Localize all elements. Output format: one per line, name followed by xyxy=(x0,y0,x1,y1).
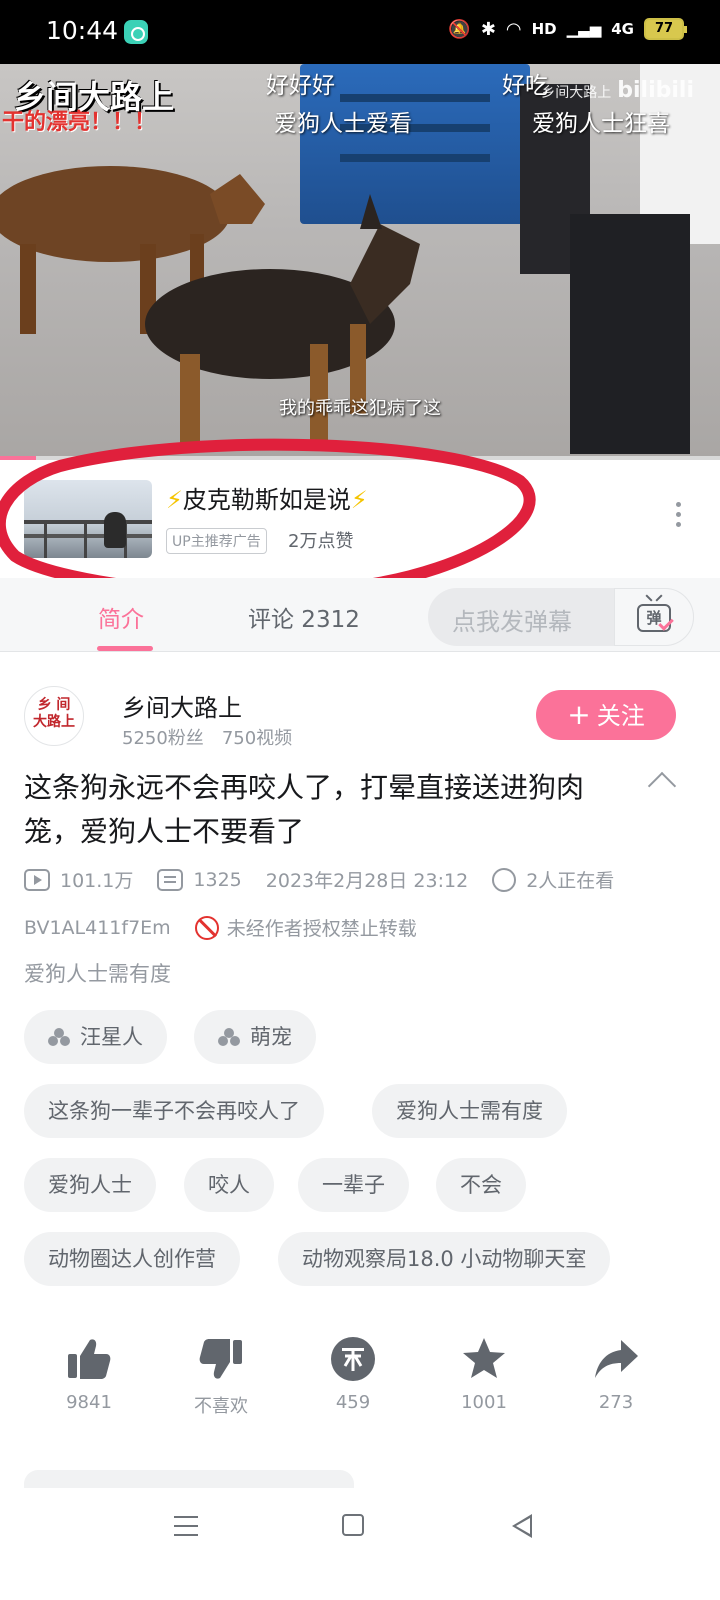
video-subtitle: 我的乖乖这犯病了这 xyxy=(279,398,441,419)
tab-intro[interactable]: 简介 xyxy=(98,600,144,634)
copyright-notice: 未经作者授权禁止转载 xyxy=(226,918,417,940)
share-icon xyxy=(571,1336,661,1382)
danmaku-comment: 好好好 xyxy=(266,73,335,99)
no-repost-icon xyxy=(194,915,219,940)
bilibili-watermark: 乡间大路上 bilibili xyxy=(541,78,694,103)
danmaku-count-icon xyxy=(157,868,184,891)
ad-badge: UP主推荐广告 xyxy=(166,528,267,554)
danmaku-comment: 干的漂亮！！！ xyxy=(2,110,157,135)
danmaku-comment: 爱狗人士狂喜 xyxy=(532,111,670,137)
video-player[interactable]: 乡间大路上 好好好 爱狗人士爱看 好吃 爱狗人士狂喜 干的漂亮！！！ 乡间大路上… xyxy=(0,64,720,460)
tag-chip[interactable]: 萌宠 xyxy=(194,1010,316,1064)
next-section-peek xyxy=(24,1470,354,1490)
bvid[interactable]: BV1AL411f7Em xyxy=(24,917,171,939)
play-count-icon xyxy=(24,868,50,891)
recent-apps-icon[interactable] xyxy=(174,1516,198,1536)
status-bar: 10:44 🔕 ✱ ◠ HD ▁▃▅ 4G 77 xyxy=(0,0,720,64)
plus-icon: + xyxy=(567,698,591,731)
tag-chip[interactable]: 不会 xyxy=(436,1158,526,1212)
uploader-stats: 5250粉丝 750视频 xyxy=(122,728,293,749)
tag-chip[interactable]: 动物观察局18.0 小动物聊天室 xyxy=(278,1232,611,1286)
ad-likes: 2万点赞 xyxy=(288,531,354,552)
mute-icon: 🔕 xyxy=(448,18,471,40)
uploader-name[interactable]: 乡间大路上 xyxy=(122,688,242,723)
favorite-button[interactable]: 1001 xyxy=(439,1336,529,1413)
share-count: 273 xyxy=(598,1392,634,1413)
bluetooth-icon: ✱ xyxy=(480,18,496,40)
channel-icon xyxy=(218,1028,240,1046)
follow-button[interactable]: + 关注 xyxy=(536,690,676,740)
favorite-count: 1001 xyxy=(461,1392,507,1413)
signal-icon: ▁▃▅ xyxy=(566,20,602,38)
danmaku-comment: 爱狗人士爱看 xyxy=(274,111,412,137)
coin-count: 459 xyxy=(335,1392,371,1413)
thumbs-up-icon xyxy=(44,1336,134,1382)
back-icon[interactable] xyxy=(512,1514,532,1538)
tab-comments[interactable]: 评论 2312 xyxy=(248,600,360,634)
app-notification-icon xyxy=(124,20,148,44)
danmaku-input[interactable]: 点我发弹幕 弹 xyxy=(428,588,694,646)
video-meta: 101.1万 1325 2023年2月28日 23:12 2人正在看 xyxy=(24,866,614,893)
ad-card[interactable]: ⚡皮克勒斯如是说⚡ UP主推荐广告 2万点赞 xyxy=(0,460,720,576)
tag-chip[interactable]: 咬人 xyxy=(184,1158,274,1212)
detail-tabs: 简介 评论 2312 点我发弹幕 弹 xyxy=(0,578,720,652)
tag-chip[interactable]: 动物圈达人创作营 xyxy=(24,1232,240,1286)
hd-icon: HD xyxy=(531,20,557,38)
dislike-label: 不喜欢 xyxy=(194,1396,248,1417)
channel-icon xyxy=(48,1028,70,1046)
tab-underline xyxy=(97,646,153,651)
status-icons: 🔕 ✱ ◠ HD ▁▃▅ 4G 77 xyxy=(448,18,687,40)
network-type: 4G xyxy=(611,20,634,38)
battery-icon: 77 xyxy=(644,18,687,40)
coin-icon xyxy=(308,1336,398,1382)
uploader-avatar[interactable]: 乡 间大路上 xyxy=(24,686,84,746)
dislike-button[interactable]: 不喜欢 xyxy=(176,1336,266,1418)
watching-icon xyxy=(492,867,517,892)
video-title: 这条狗永远不会再咬人了，打晕直接送进狗肉笼，爱狗人士不要看了 xyxy=(24,771,585,848)
like-count: 9841 xyxy=(66,1392,112,1413)
ad-thumbnail[interactable] xyxy=(24,480,152,558)
lightning-icon: ⚡ xyxy=(166,486,183,514)
lightning-icon: ⚡ xyxy=(350,486,368,514)
ad-title[interactable]: ⚡皮克勒斯如是说⚡ xyxy=(166,480,368,515)
tag-chip[interactable]: 爱狗人士需有度 xyxy=(372,1084,567,1138)
thumbs-down-icon xyxy=(176,1336,266,1382)
bvid-line: BV1AL411f7Em 未经作者授权禁止转载 xyxy=(24,914,417,941)
home-icon[interactable] xyxy=(342,1514,364,1536)
share-button[interactable]: 273 xyxy=(571,1336,661,1413)
status-time: 10:44 xyxy=(46,16,119,45)
system-nav-bar xyxy=(0,1488,720,1600)
coin-button[interactable]: 459 xyxy=(308,1336,398,1413)
more-options-icon[interactable] xyxy=(676,502,682,532)
tag-chip[interactable]: 汪星人 xyxy=(24,1010,167,1064)
tag-chip[interactable]: 一辈子 xyxy=(298,1158,409,1212)
tag-chip[interactable]: 爱狗人士 xyxy=(24,1158,156,1212)
video-description: 爱狗人士需有度 xyxy=(24,962,171,986)
star-icon xyxy=(439,1336,529,1382)
tag-chip[interactable]: 这条狗一辈子不会再咬人了 xyxy=(24,1084,324,1138)
collapse-icon[interactable] xyxy=(647,771,677,801)
publish-date: 2023年2月28日 23:12 xyxy=(265,870,469,892)
danmaku-placeholder: 点我发弹幕 xyxy=(452,608,572,636)
wifi-icon: ◠ xyxy=(505,18,522,40)
danmaku-toggle-button[interactable]: 弹 xyxy=(614,588,694,646)
like-button[interactable]: 9841 xyxy=(44,1336,134,1413)
